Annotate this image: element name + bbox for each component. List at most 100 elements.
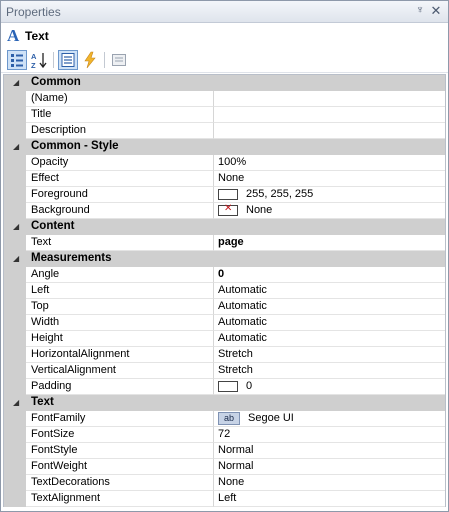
- font-preview-icon: ab: [218, 412, 240, 425]
- expand-collapse-icon[interactable]: ◢: [13, 398, 19, 407]
- property-value-text: None: [218, 172, 245, 184]
- property-value-text: Segoe UI: [248, 412, 294, 424]
- property-row-title[interactable]: Title: [4, 107, 445, 123]
- category-measurements[interactable]: ◢ Measurements: [4, 251, 445, 267]
- property-value[interactable]: page: [214, 235, 445, 251]
- property-name[interactable]: Text: [26, 235, 214, 251]
- property-row-fontfamily[interactable]: FontFamily ab Segoe UI: [4, 411, 445, 427]
- property-name[interactable]: Title: [26, 107, 214, 123]
- property-row-description[interactable]: Description: [4, 123, 445, 139]
- property-value[interactable]: None: [214, 203, 445, 219]
- property-value-text: 255, 255, 255: [246, 188, 314, 200]
- property-name[interactable]: HorizontalAlignment: [26, 347, 214, 363]
- category-common-style[interactable]: ◢ Common - Style: [4, 139, 445, 155]
- property-value[interactable]: 255, 255, 255: [214, 187, 445, 203]
- property-row-text[interactable]: Text page: [4, 235, 445, 251]
- pin-icon[interactable]: ♆: [414, 4, 426, 18]
- property-row-horizontalalignment[interactable]: HorizontalAlignment Stretch: [4, 347, 445, 363]
- property-name[interactable]: (Name): [26, 91, 214, 107]
- color-swatch[interactable]: [218, 381, 238, 392]
- property-value[interactable]: None: [214, 171, 445, 187]
- expand-collapse-icon[interactable]: ◢: [13, 222, 19, 231]
- property-name[interactable]: Description: [26, 123, 214, 139]
- property-value[interactable]: None: [214, 475, 445, 491]
- close-icon[interactable]: ✕: [430, 3, 442, 18]
- property-value[interactable]: 72: [214, 427, 445, 443]
- property-name[interactable]: Padding: [26, 379, 214, 395]
- property-name[interactable]: Foreground: [26, 187, 214, 203]
- property-value[interactable]: Automatic: [214, 315, 445, 331]
- property-row-effect[interactable]: Effect None: [4, 171, 445, 187]
- property-name[interactable]: FontWeight: [26, 459, 214, 475]
- property-row-padding[interactable]: Padding 0: [4, 379, 445, 395]
- property-value[interactable]: [214, 91, 445, 107]
- property-value[interactable]: 100%: [214, 155, 445, 171]
- row-gutter: [4, 171, 26, 187]
- expand-collapse-icon[interactable]: ◢: [13, 254, 19, 263]
- property-row-fontstyle[interactable]: FontStyle Normal: [4, 443, 445, 459]
- property-row-opacity[interactable]: Opacity 100%: [4, 155, 445, 171]
- property-row-angle[interactable]: Angle 0: [4, 267, 445, 283]
- property-pages-icon[interactable]: [109, 50, 129, 70]
- property-value[interactable]: 0: [214, 267, 445, 283]
- property-name[interactable]: FontFamily: [26, 411, 214, 427]
- property-value[interactable]: Automatic: [214, 283, 445, 299]
- property-name[interactable]: Left: [26, 283, 214, 299]
- property-value[interactable]: Stretch: [214, 347, 445, 363]
- category-common[interactable]: ◢ Common: [4, 75, 445, 91]
- property-row-fontsize[interactable]: FontSize 72: [4, 427, 445, 443]
- property-row-height[interactable]: Height Automatic: [4, 331, 445, 347]
- property-name[interactable]: TextDecorations: [26, 475, 214, 491]
- property-row-textalignment[interactable]: TextAlignment Left: [4, 491, 445, 507]
- property-row-left[interactable]: Left Automatic: [4, 283, 445, 299]
- property-name[interactable]: Background: [26, 203, 214, 219]
- property-value[interactable]: [214, 123, 445, 139]
- property-row-textdecorations[interactable]: TextDecorations None: [4, 475, 445, 491]
- categorized-view-icon[interactable]: [7, 50, 27, 70]
- property-name[interactable]: VerticalAlignment: [26, 363, 214, 379]
- expand-collapse-icon[interactable]: ◢: [13, 142, 19, 151]
- property-value[interactable]: [214, 107, 445, 123]
- property-value[interactable]: Automatic: [214, 331, 445, 347]
- sort-alphabetical-icon[interactable]: A Z: [29, 50, 49, 70]
- property-row-background[interactable]: Background None: [4, 203, 445, 219]
- property-name[interactable]: Angle: [26, 267, 214, 283]
- property-name[interactable]: Effect: [26, 171, 214, 187]
- property-name[interactable]: Height: [26, 331, 214, 347]
- row-gutter: [4, 203, 26, 219]
- property-value-text: Stretch: [218, 348, 253, 360]
- color-swatch[interactable]: [218, 189, 238, 200]
- no-brush-swatch-icon[interactable]: [218, 203, 238, 216]
- property-value[interactable]: Automatic: [214, 299, 445, 315]
- property-name[interactable]: Top: [26, 299, 214, 315]
- category-text[interactable]: ◢ Text: [4, 395, 445, 411]
- property-value[interactable]: 0: [214, 379, 445, 395]
- property-row-top[interactable]: Top Automatic: [4, 299, 445, 315]
- row-gutter: [4, 379, 26, 395]
- property-name[interactable]: TextAlignment: [26, 491, 214, 507]
- property-value-text: Left: [218, 492, 237, 504]
- property-value[interactable]: Normal: [214, 443, 445, 459]
- expand-collapse-icon[interactable]: ◢: [13, 78, 19, 87]
- property-value-text: Stretch: [218, 364, 253, 376]
- property-value-text: Normal: [218, 444, 254, 456]
- property-value[interactable]: ab Segoe UI: [214, 411, 445, 427]
- property-row-fontweight[interactable]: FontWeight Normal: [4, 459, 445, 475]
- property-value[interactable]: Stretch: [214, 363, 445, 379]
- property-value[interactable]: Left: [214, 491, 445, 507]
- property-value-text: Normal: [218, 460, 254, 472]
- property-value[interactable]: Normal: [214, 459, 445, 475]
- property-row-width[interactable]: Width Automatic: [4, 315, 445, 331]
- properties-list-icon[interactable]: [58, 50, 78, 70]
- svg-text:A: A: [31, 52, 37, 61]
- events-lightning-icon[interactable]: [80, 50, 100, 70]
- toolbar-separator: [104, 52, 105, 68]
- property-row-verticalalignment[interactable]: VerticalAlignment Stretch: [4, 363, 445, 379]
- property-row-name[interactable]: (Name): [4, 91, 445, 107]
- property-row-foreground[interactable]: Foreground 255, 255, 255: [4, 187, 445, 203]
- property-name[interactable]: Opacity: [26, 155, 214, 171]
- property-name[interactable]: FontSize: [26, 427, 214, 443]
- category-content[interactable]: ◢ Content: [4, 219, 445, 235]
- property-name[interactable]: Width: [26, 315, 214, 331]
- property-name[interactable]: FontStyle: [26, 443, 214, 459]
